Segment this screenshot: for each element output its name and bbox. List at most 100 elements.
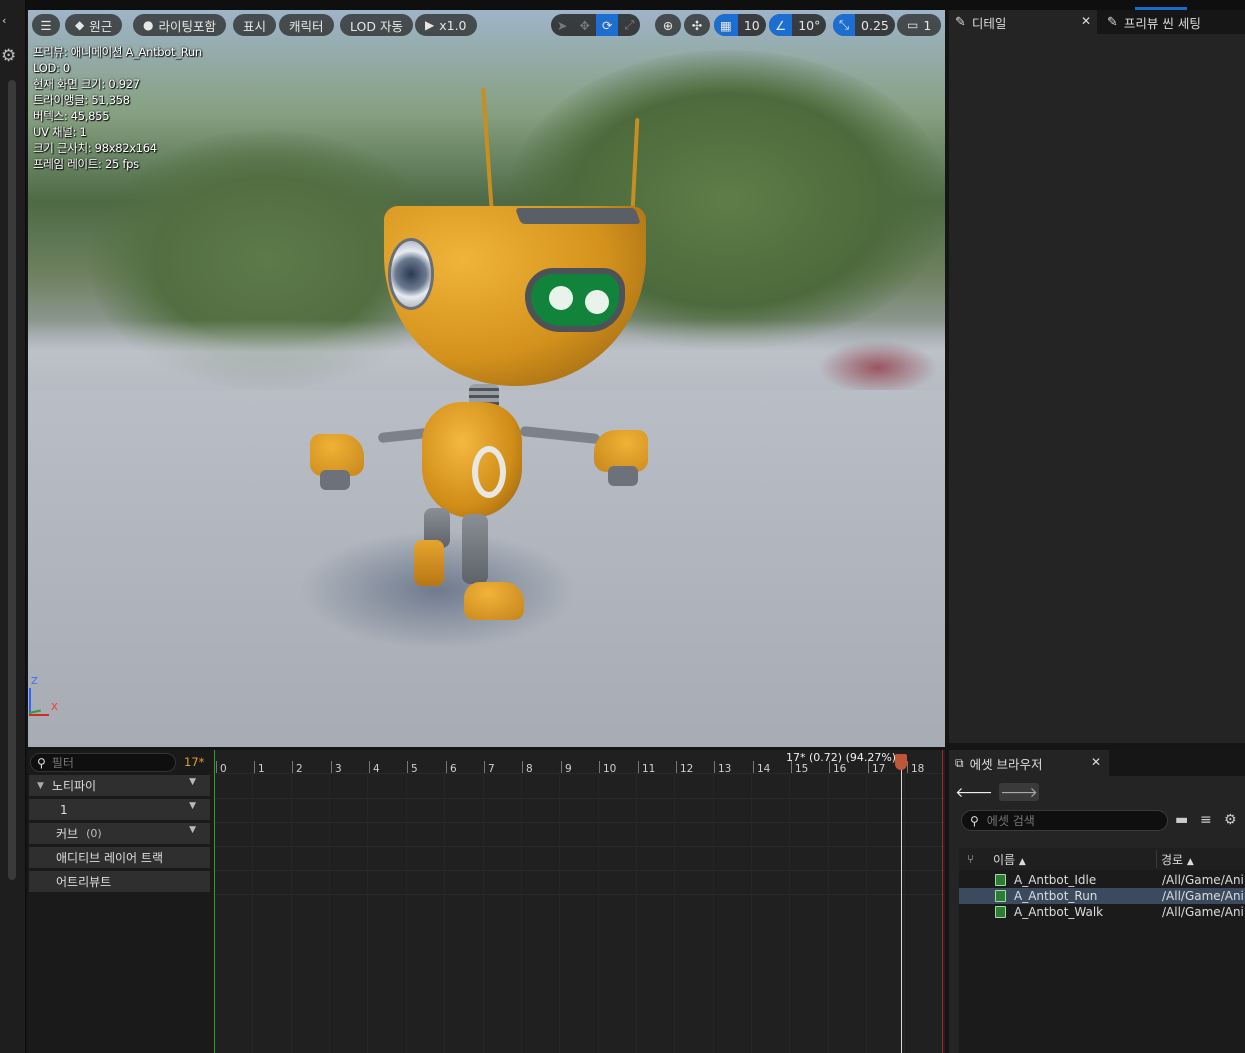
robot-eye	[388, 238, 434, 310]
tick-label: 16	[828, 761, 847, 775]
track-notifies[interactable]: ▼ 노티파이 ▼	[29, 775, 210, 796]
tick-label: 4	[369, 761, 380, 775]
right-claw	[608, 466, 638, 486]
tab-details[interactable]: ✎ 디테일 ✕	[949, 10, 1097, 34]
current-frame-indicator: 17*	[184, 755, 205, 769]
asset-search-input[interactable]: ⚲ 에셋 검색	[961, 810, 1168, 831]
right-leg	[462, 514, 488, 584]
track-additive-layers[interactable]: 애디티브 레이어 트랙	[29, 847, 210, 868]
asset-name: A_Antbot_Walk	[1014, 905, 1104, 919]
asset-row[interactable]: A_Antbot_Idle /All/Game/Ani	[959, 872, 1245, 888]
sort-icon: ▲	[1018, 856, 1026, 867]
forward-button[interactable]: 🡒	[999, 783, 1039, 801]
dropdown-icon[interactable]: ▼	[189, 825, 196, 835]
expand-icon[interactable]: ▼	[37, 781, 44, 791]
scrubber-line[interactable]	[901, 764, 902, 1053]
left-scrollbar[interactable]	[8, 80, 16, 880]
tick-label: 7	[484, 761, 495, 775]
scale-snap-group[interactable]: ⤡ 0.25	[833, 14, 895, 36]
arrow-left-icon: 🡐	[955, 784, 993, 801]
head-stripe	[515, 208, 641, 224]
track-filter-input[interactable]: ⚲ 필터	[30, 753, 176, 772]
character-label: 캐릭터	[289, 18, 324, 34]
torso-ring	[472, 446, 506, 498]
search-icon: ⚲	[37, 755, 46, 770]
collapse-icon[interactable]: ‹	[2, 14, 6, 27]
asset-row-selected[interactable]: A_Antbot_Run /All/Game/Ani	[959, 888, 1245, 904]
robot-foot	[464, 582, 524, 620]
row-divider	[214, 846, 945, 847]
tick-label: 6	[446, 761, 457, 775]
timeline-area[interactable]: 0 1 2 3 4 5 6 7 8 9 10 11 12 13 14 15 16…	[214, 750, 945, 1053]
grid-snap-group[interactable]: ▦ 10	[714, 14, 766, 36]
column-separator[interactable]	[1156, 850, 1157, 868]
scrubber-handle[interactable]	[895, 754, 907, 770]
surface-snap-button[interactable]: ✣	[684, 14, 710, 36]
details-tabbar: ✎ 디테일 ✕ ✎ 프리뷰 씬 세팅	[949, 10, 1245, 34]
stat-screen-size: 현재 화면 크기: 0.927	[33, 77, 140, 91]
top-bar	[0, 0, 1245, 10]
column-name[interactable]: 이름 ▲	[993, 851, 1026, 868]
sort-icon: ▲	[1186, 856, 1194, 867]
translate-mode-icon[interactable]: ✥	[573, 14, 595, 36]
tick-label: 5	[407, 761, 418, 775]
character-button[interactable]: 캐릭터	[279, 14, 334, 36]
tick-label: 10	[598, 761, 617, 775]
source-control-icon[interactable]: ⑂	[967, 852, 974, 866]
play-speed-button[interactable]: ▶ x1.0	[415, 14, 477, 36]
perspective-button[interactable]: ◆ 원근	[65, 14, 123, 36]
end-marker	[942, 750, 943, 1053]
gear-icon[interactable]: ⚙	[1224, 812, 1237, 828]
show-button[interactable]: 표시	[233, 14, 277, 36]
row-divider	[214, 822, 945, 823]
camera-speed-value: 1	[923, 17, 932, 33]
tab-preview-scene-settings[interactable]: ✎ 프리뷰 씬 세팅	[1101, 10, 1245, 34]
camera-speed-button[interactable]: ▭ 1	[897, 14, 942, 36]
tab-asset-browser[interactable]: ⧉ 에셋 브라우저 ✕	[949, 750, 1109, 776]
lighting-button[interactable]: ● 라이팅포함	[133, 14, 226, 36]
tab-details-label: 디테일	[971, 15, 1007, 31]
perspective-label: 원근	[89, 18, 113, 34]
frame-line	[444, 774, 445, 1053]
dropdown-icon[interactable]: ▼	[189, 777, 196, 787]
dropdown-icon[interactable]: ▼	[189, 801, 196, 811]
lod-button[interactable]: LOD 자동	[340, 14, 413, 36]
preview-viewport[interactable]: 프리뷰: 애니메이션 A_Antbot_Run LOD: 0 현재 화면 크기:…	[28, 10, 945, 747]
show-label: 표시	[243, 18, 267, 34]
track-attributes[interactable]: 어트리뷰트	[29, 871, 210, 892]
close-icon[interactable]: ✕	[1081, 14, 1091, 28]
track-curves[interactable]: 커브 (0) ▼	[29, 823, 210, 844]
background-car	[818, 340, 938, 395]
axis-x-line	[29, 714, 49, 716]
back-button[interactable]: 🡐	[955, 783, 993, 801]
start-marker	[214, 750, 215, 1053]
left-shin	[414, 540, 444, 586]
globe-icon: ⊕	[662, 17, 674, 33]
viewport-menu-button[interactable]: ☰	[32, 14, 60, 36]
asset-browser-tab-label: 에셋 브라우저	[969, 756, 1043, 772]
coordinate-space-button[interactable]: ⊕	[655, 14, 681, 36]
gear-icon[interactable]: ⚙	[1, 46, 16, 66]
asset-name: A_Antbot_Run	[1014, 889, 1098, 903]
tick-label: 9	[561, 761, 572, 775]
visor-dot	[549, 286, 573, 310]
rotation-snap-group[interactable]: ∠ 10°	[769, 14, 827, 36]
asset-name: A_Antbot_Idle	[1014, 873, 1097, 887]
select-mode-icon[interactable]: ➤	[551, 14, 573, 36]
track-notify-1[interactable]: 1 ▼	[29, 799, 210, 820]
scale-icon: ⤡	[833, 14, 856, 36]
left-claw	[320, 470, 350, 490]
tick-label: 18	[906, 761, 925, 775]
close-icon[interactable]: ✕	[1091, 755, 1101, 769]
filter-icon[interactable]: ≡	[1200, 812, 1212, 828]
asset-path: /All/Game/Ani	[1162, 905, 1244, 919]
scale-mode-icon[interactable]: ⤢	[618, 14, 640, 36]
tick-label: 12	[675, 761, 694, 775]
tick-label: 14	[752, 761, 771, 775]
frame-line	[636, 774, 637, 1053]
stat-preview: 프리뷰: 애니메이션 A_Antbot_Run	[33, 45, 202, 59]
asset-row[interactable]: A_Antbot_Walk /All/Game/Ani	[959, 904, 1245, 920]
folder-icon[interactable]: ▬	[1175, 812, 1188, 828]
column-path[interactable]: 경로 ▲	[1161, 851, 1194, 868]
rotate-mode-icon[interactable]: ⟳	[595, 14, 619, 36]
